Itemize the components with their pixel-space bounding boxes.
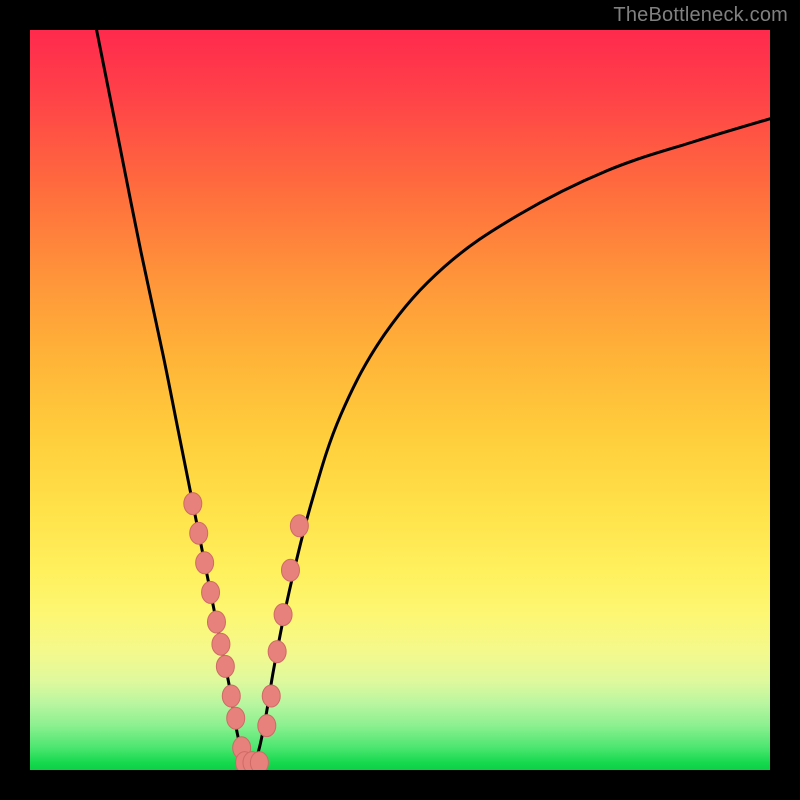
chart-svg (30, 30, 770, 770)
curve-right-branch (252, 119, 770, 770)
data-marker (274, 604, 292, 626)
data-marker (202, 581, 220, 603)
curve-layer (97, 30, 770, 770)
data-marker (212, 633, 230, 655)
marker-layer (184, 493, 309, 770)
data-marker (227, 707, 245, 729)
data-marker (268, 641, 286, 663)
data-marker (258, 715, 276, 737)
data-marker (262, 685, 280, 707)
watermark-text: TheBottleneck.com (613, 4, 788, 27)
data-marker (281, 559, 299, 581)
data-marker (196, 552, 214, 574)
data-marker (216, 655, 234, 677)
data-marker (190, 522, 208, 544)
data-marker (222, 685, 240, 707)
data-marker (290, 515, 308, 537)
chart-plot-area (30, 30, 770, 770)
data-marker (184, 493, 202, 515)
data-marker (250, 752, 268, 770)
chart-frame: TheBottleneck.com (0, 0, 800, 800)
data-marker (207, 611, 225, 633)
